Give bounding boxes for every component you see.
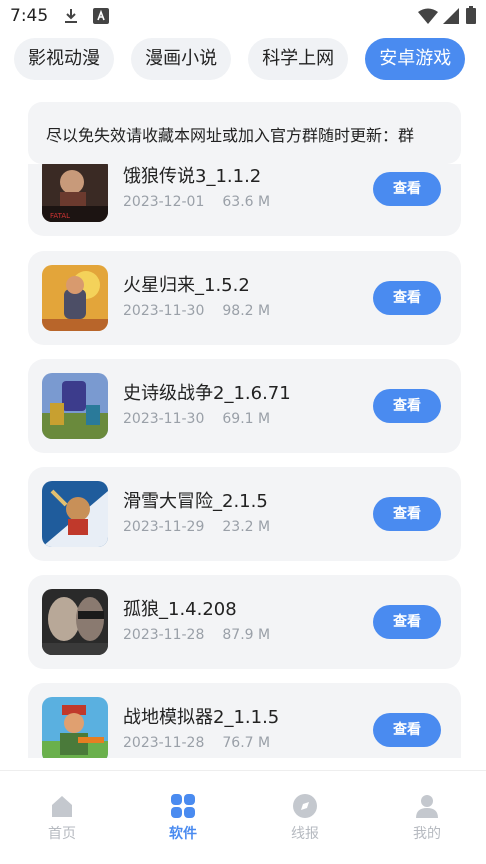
nav-label: 我的 [413,826,441,842]
tab-android-games[interactable]: 安卓游戏 [365,38,466,80]
app-meta: 2023-11-30 98.2 M [123,303,270,319]
nav-mine[interactable]: 我的 [397,793,457,843]
view-button[interactable]: 查看 [373,281,441,315]
status-time: 7:45 [10,6,49,26]
view-button[interactable]: 查看 [373,389,441,423]
list-item[interactable]: 孤狼_1.4.208 2023-11-28 87.9 M 查看 [28,575,461,669]
app-date: 2023-11-28 [123,627,205,643]
grid-icon [170,793,196,819]
wifi-icon [418,8,438,28]
home-icon [49,793,75,819]
app-meta: 2023-11-29 23.2 M [123,519,270,535]
app-meta: 2023-11-28 76.7 M [123,735,270,751]
app-size: 63.6 M [222,194,271,210]
list-item[interactable]: 滑雪大冒险_2.1.5 2023-11-29 23.2 M 查看 [28,467,461,561]
view-button[interactable]: 查看 [373,172,441,206]
user-icon [414,793,440,819]
battery-icon [466,6,476,28]
app-size: 76.7 M [222,735,271,751]
app-size: 69.1 M [222,411,271,427]
notice-text: 尽以免失效请收藏本网址或加入官方群随时更新：群 [46,126,415,145]
view-button[interactable]: 查看 [373,605,441,639]
nav-deals[interactable]: 线报 [275,793,335,843]
app-name: 滑雪大冒险_2.1.5 [123,491,268,512]
bottom-nav: 首页 软件 线报 我的 [0,770,486,864]
nav-label: 软件 [169,826,197,842]
tab-vpn[interactable]: 科学上网 [248,38,349,80]
app-thumbnail [42,697,108,758]
app-thumbnail [42,265,108,331]
list-item[interactable]: 战地模拟器2_1.1.5 2023-11-28 76.7 M 查看 [28,683,461,758]
nav-home[interactable]: 首页 [32,793,92,843]
app-meta: 2023-11-28 87.9 M [123,627,270,643]
app-size: 87.9 M [222,627,271,643]
app-name: 史诗级战争2_1.6.71 [123,383,291,404]
category-tabs: 影视动漫 漫画小说 科学上网 安卓游戏 [14,38,486,82]
app-date: 2023-11-30 [123,303,205,319]
view-button[interactable]: 查看 [373,497,441,531]
list-item[interactable]: 火星归来_1.5.2 2023-11-30 98.2 M 查看 [28,251,461,345]
app-thumbnail: FATAL [42,164,108,222]
app-meta: 2023-12-01 63.6 M [123,194,270,210]
nav-label: 首页 [48,826,76,842]
app-date: 2023-11-30 [123,411,205,427]
nav-software[interactable]: 软件 [153,793,213,843]
list-item[interactable]: FATAL 饿狼传说3_1.1.2 2023-12-01 63.6 M 查看 [28,164,461,236]
app-size: 98.2 M [222,303,271,319]
tab-comics-novels[interactable]: 漫画小说 [131,38,232,80]
app-thumbnail [42,589,108,655]
app-date: 2023-11-29 [123,519,205,535]
nav-label: 线报 [291,826,319,842]
app-list[interactable]: FATAL 饿狼传说3_1.1.2 2023-12-01 63.6 M 查看 火星… [0,164,486,758]
tab-movies-anime[interactable]: 影视动漫 [14,38,114,80]
app-thumbnail [42,481,108,547]
app-date: 2023-11-28 [123,735,205,751]
app-notification-icon [92,7,110,29]
app-thumbnail [42,373,108,439]
compass-icon [292,793,318,819]
app-date: 2023-12-01 [123,194,205,210]
app-name: 孤狼_1.4.208 [123,599,237,620]
signal-icon [443,8,459,28]
list-item[interactable]: 史诗级战争2_1.6.71 2023-11-30 69.1 M 查看 [28,359,461,453]
app-name: 饿狼传说3_1.1.2 [123,166,262,187]
download-icon [62,7,80,29]
app-size: 23.2 M [222,519,271,535]
app-meta: 2023-11-30 69.1 M [123,411,270,427]
svg-text:FATAL: FATAL [50,212,70,220]
app-name: 火星归来_1.5.2 [123,275,250,296]
status-bar: 7:45 [0,0,486,32]
view-button[interactable]: 查看 [373,713,441,747]
app-name: 战地模拟器2_1.1.5 [123,707,280,728]
notice-banner: 尽以免失效请收藏本网址或加入官方群随时更新：群 [28,102,461,164]
